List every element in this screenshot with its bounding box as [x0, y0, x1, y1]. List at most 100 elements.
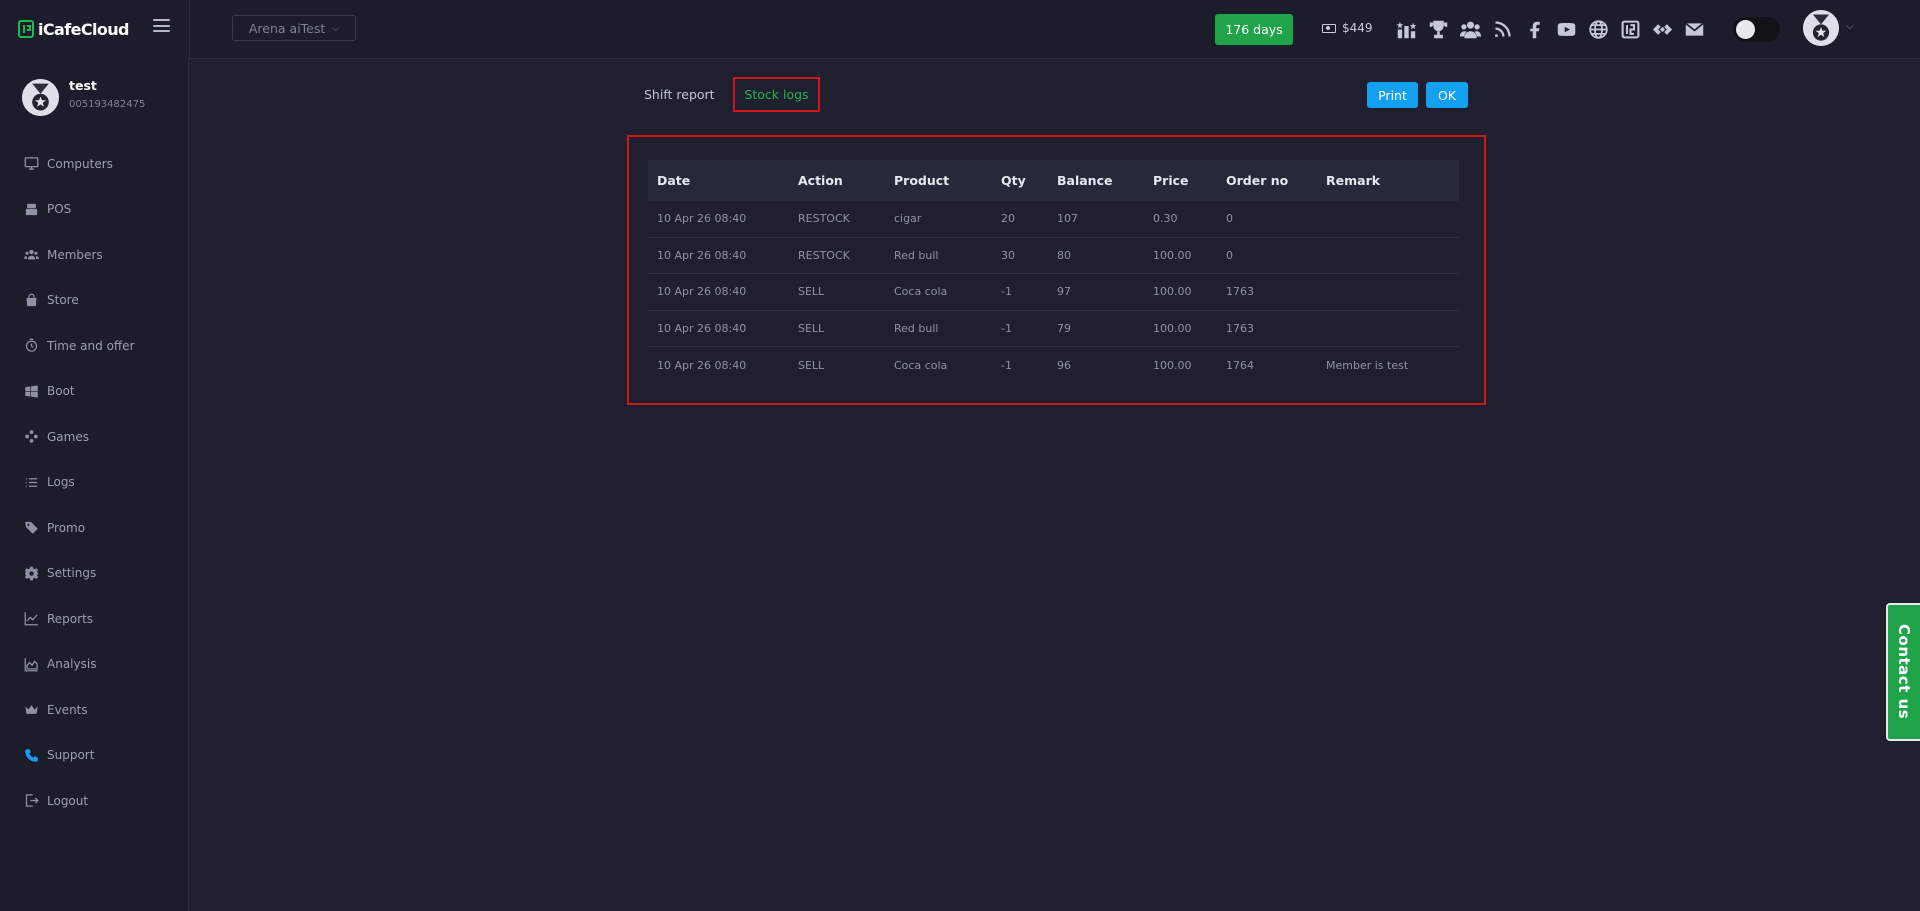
store-icon — [23, 292, 39, 308]
cell-price: 100.00 — [1153, 285, 1192, 299]
avatar — [22, 79, 59, 116]
cell-balance: 107 — [1057, 212, 1078, 226]
table-row: 10 Apr 26 08:40 SELL Coca cola -1 96 100… — [648, 347, 1459, 383]
monitor-icon — [23, 156, 39, 172]
sidebar-item-label: Boot — [47, 384, 75, 399]
cell-qty: 30 — [1001, 248, 1015, 262]
brand-name: iCafeCloud — [38, 19, 130, 39]
cell-action: SELL — [798, 358, 825, 372]
mail-icon[interactable] — [1682, 17, 1707, 42]
facebook-icon[interactable] — [1522, 17, 1547, 42]
sidebar-item-settings[interactable]: Settings — [0, 551, 188, 597]
sidebar-item-computers[interactable]: Computers — [0, 141, 188, 187]
contact-us-button[interactable]: Contact us — [1886, 603, 1920, 741]
cell-price: 100.00 — [1153, 322, 1192, 336]
sidebar-item-label: Settings — [47, 566, 97, 581]
column-header-price[interactable]: Price — [1144, 173, 1217, 188]
cell-product: Coca cola — [894, 285, 948, 299]
sidebar-item-label: Reports — [47, 611, 94, 626]
column-header-date[interactable]: Date — [648, 173, 789, 188]
cell-date: 10 Apr 26 08:40 — [657, 248, 747, 262]
rss-icon[interactable] — [1490, 17, 1515, 42]
handshake-icon[interactable] — [1650, 17, 1675, 42]
sidebar-item-label: Logs — [47, 475, 75, 490]
cell-price: 100.00 — [1153, 248, 1192, 262]
windows-icon — [23, 383, 39, 399]
cell-order-no: 0 — [1226, 212, 1233, 226]
members-icon — [23, 247, 39, 263]
column-header-action[interactable]: Action — [789, 173, 885, 188]
sidebar-item-logs[interactable]: Logs — [0, 460, 188, 506]
user-name: test — [69, 78, 97, 93]
menu-toggle-icon[interactable] — [153, 19, 170, 32]
license-days-button[interactable]: 176 days — [1215, 14, 1293, 45]
balance-display[interactable]: $449 — [1322, 20, 1373, 36]
table-row: 10 Apr 26 08:40 SELL Coca cola -1 97 100… — [648, 274, 1459, 311]
user-id: 005193482475 — [69, 99, 146, 110]
chevron-down-icon[interactable]: ⌵ — [1846, 21, 1854, 32]
arena-selector[interactable]: Arena aiTest ⌵ — [232, 15, 356, 41]
sidebar-item-store[interactable]: Store — [0, 278, 188, 324]
sidebar-item-time-and-offer[interactable]: Time and offer — [0, 323, 188, 369]
column-header-balance[interactable]: Balance — [1048, 173, 1144, 188]
sidebar-item-label: Support — [47, 748, 95, 763]
column-header-remark[interactable]: Remark — [1317, 173, 1459, 188]
cell-qty: -1 — [1001, 358, 1012, 372]
cell-date: 10 Apr 26 08:40 — [657, 285, 747, 299]
line-chart-icon — [23, 611, 39, 627]
trophy-icon[interactable] — [1426, 17, 1451, 42]
stock-logs-table: Date Action Product Qty Balance Price Or… — [648, 160, 1459, 383]
cell-order-no: 1764 — [1226, 358, 1254, 372]
sidebar-item-logout[interactable]: Logout — [0, 778, 188, 824]
youtube-icon[interactable] — [1554, 17, 1579, 42]
sidebar-item-label: Computers — [47, 156, 113, 171]
cell-balance: 79 — [1057, 322, 1071, 336]
column-header-qty[interactable]: Qty — [992, 173, 1048, 188]
print-button[interactable]: Print — [1367, 82, 1418, 108]
column-header-order-no[interactable]: Order no — [1217, 173, 1317, 188]
sidebar-item-label: Time and offer — [47, 338, 135, 353]
avatar[interactable] — [1803, 10, 1839, 46]
cell-qty: -1 — [1001, 285, 1012, 299]
sidebar-item-members[interactable]: Members — [0, 232, 188, 278]
icafe-icon[interactable] — [1618, 17, 1643, 42]
sidebar-item-pos[interactable]: POS — [0, 187, 188, 233]
column-header-product[interactable]: Product — [885, 173, 992, 188]
logout-icon — [23, 793, 39, 809]
cell-balance: 97 — [1057, 285, 1071, 299]
toggle-knob — [1736, 20, 1755, 39]
balance-value: $449 — [1342, 21, 1373, 35]
brand-logo[interactable]: iCafeCloud — [18, 18, 130, 40]
sidebar-item-boot[interactable]: Boot — [0, 369, 188, 415]
sidebar-item-events[interactable]: Events — [0, 687, 188, 733]
tab-stock-logs[interactable]: Stock logs — [733, 77, 820, 112]
sidebar-item-label: Store — [47, 293, 79, 308]
group-icon[interactable] — [1458, 17, 1483, 42]
sidebar-item-games[interactable]: Games — [0, 414, 188, 460]
cell-date: 10 Apr 26 08:40 — [657, 358, 747, 372]
table-header: Date Action Product Qty Balance Price Or… — [648, 160, 1459, 201]
cell-price: 0.30 — [1153, 212, 1178, 226]
theme-toggle[interactable] — [1733, 17, 1780, 42]
sidebar-item-promo[interactable]: Promo — [0, 505, 188, 551]
cell-qty: 20 — [1001, 212, 1015, 226]
cell-qty: -1 — [1001, 322, 1012, 336]
sidebar-item-analysis[interactable]: Analysis — [0, 642, 188, 688]
globe-icon[interactable] — [1586, 17, 1611, 42]
cell-product: Red bull — [894, 322, 939, 336]
crown-icon — [23, 702, 39, 718]
cell-action: RESTOCK — [798, 212, 850, 226]
cell-product: Red bull — [894, 248, 939, 262]
sidebar-item-label: POS — [47, 202, 72, 217]
ok-button[interactable]: OK — [1426, 82, 1468, 108]
leaderboard-icon[interactable] — [1394, 17, 1419, 42]
money-icon — [1322, 23, 1336, 33]
tab-shift-report[interactable]: Shift report — [644, 87, 715, 102]
sidebar-item-support[interactable]: Support — [0, 733, 188, 779]
top-header: iCafeCloud Arena aiTest ⌵ 176 days $449 — [0, 0, 1920, 59]
area-chart-icon — [23, 656, 39, 672]
cell-balance: 96 — [1057, 358, 1071, 372]
phone-icon — [23, 747, 39, 763]
sidebar: test 005193482475 Computers POS Members … — [0, 58, 189, 911]
sidebar-item-reports[interactable]: Reports — [0, 596, 188, 642]
